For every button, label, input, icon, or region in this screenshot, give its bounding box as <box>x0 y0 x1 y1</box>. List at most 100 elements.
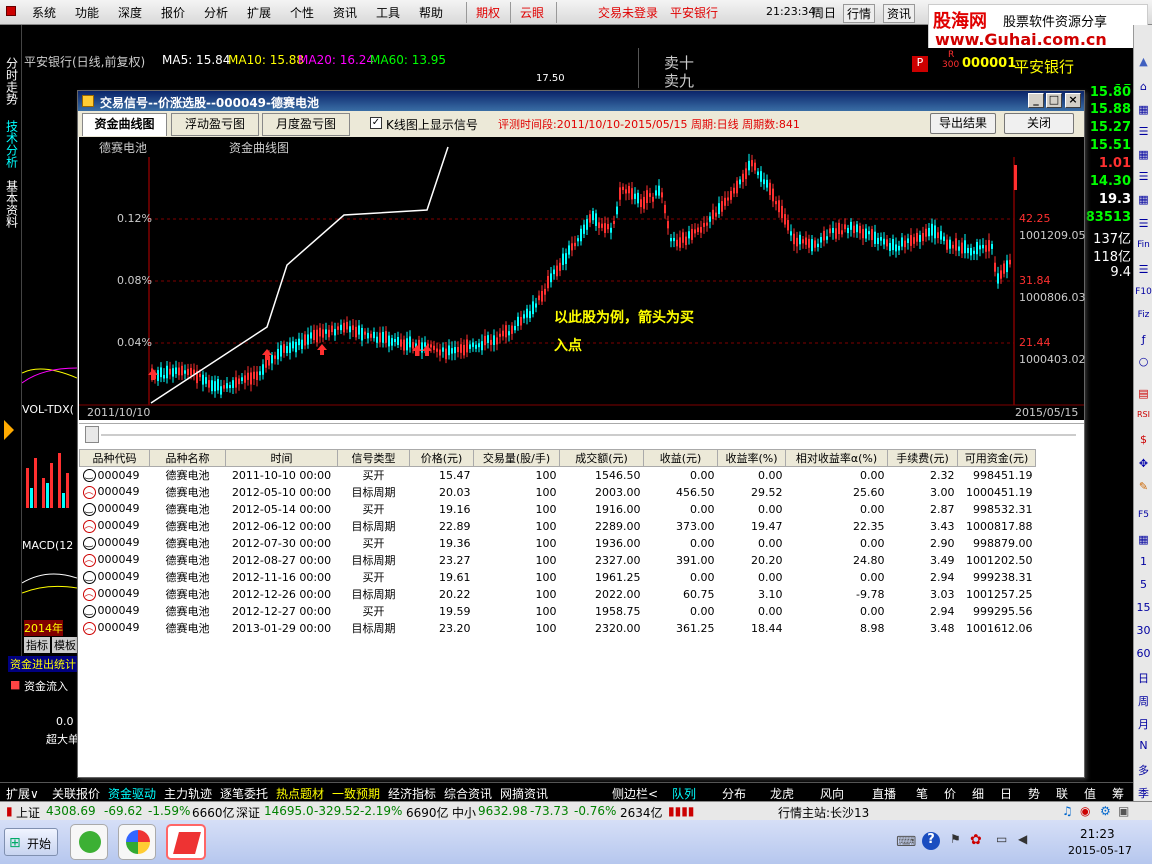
close-window-button[interactable]: × <box>1065 93 1081 108</box>
bottom-tab[interactable]: 综合资讯 <box>444 785 492 802</box>
column-header[interactable]: 交易量(股/手) <box>473 449 560 467</box>
grid-icon[interactable]: ▦ <box>1135 533 1152 546</box>
circle-icon[interactable]: ○ <box>1135 355 1152 368</box>
bottom-tab[interactable]: 侧边栏< <box>612 785 658 802</box>
column-header[interactable]: 收益(元) <box>643 449 718 467</box>
network-icon[interactable]: ⚑ <box>950 832 961 846</box>
taskbar-app-stock[interactable] <box>166 824 206 860</box>
tray-icon[interactable]: ♫ <box>1062 804 1073 818</box>
start-button[interactable]: ⊞ 开始 <box>4 828 58 856</box>
table-row[interactable]: ︵ 000049 德赛电池 2012-06-12 00:00 目标周期 22.89 100 2… <box>80 518 1036 535</box>
money-icon[interactable]: $ <box>1135 433 1152 446</box>
collapse-arrow-icon[interactable] <box>4 420 14 440</box>
sz-label[interactable]: 深证 <box>236 804 260 821</box>
scroll-thumb[interactable] <box>85 426 99 443</box>
tab-intraday[interactable]: 分时走势 <box>2 57 20 108</box>
pen-icon[interactable]: ✎ <box>1135 480 1152 493</box>
table-row[interactable]: ︵ 000049 德赛电池 2012-12-26 00:00 目标周期 20.22 100 2… <box>80 586 1036 603</box>
period-1-button[interactable]: 1 <box>1135 555 1152 568</box>
column-header[interactable]: 收益率(%) <box>717 449 786 467</box>
display-icon[interactable]: ▭ <box>996 832 1007 846</box>
bottom-tab[interactable]: 细 <box>972 785 984 802</box>
tab-monthly-pnl[interactable]: 月度盈亏图 <box>262 113 350 136</box>
table-row[interactable]: ‿ 000049 德赛电池 2011-10-10 00:00 买开 15.47 100 154… <box>80 467 1036 484</box>
bottom-tab[interactable]: 龙虎 <box>770 785 794 802</box>
menu-item-news[interactable]: 资讯 <box>333 4 357 21</box>
bottom-tab[interactable]: 热点题材 <box>276 785 324 802</box>
bottom-tab[interactable]: 值 <box>1084 785 1096 802</box>
menu-item-extend[interactable]: 扩展 <box>247 4 271 21</box>
bottom-tab[interactable]: 价 <box>944 785 956 802</box>
menu-item-system[interactable]: 系统 <box>32 4 56 21</box>
table-row[interactable]: ︵ 000049 德赛电池 2013-01-29 00:00 目标周期 23.20 100 2… <box>80 620 1036 637</box>
bottom-tab[interactable]: 风向 <box>820 785 844 802</box>
table-row[interactable]: ︵ 000049 德赛电池 2012-05-10 00:00 目标周期 20.03 100 2… <box>80 484 1036 501</box>
bottom-tab[interactable]: 日 <box>1000 785 1012 802</box>
fin-icon[interactable]: Fin <box>1135 240 1152 250</box>
tab-fund-curve[interactable]: 资金曲线图 <box>82 113 167 136</box>
quote-button[interactable]: 行情 <box>843 4 876 23</box>
taskbar-clock-time[interactable]: 21:23 <box>1080 827 1115 841</box>
menu-item-help[interactable]: 帮助 <box>419 4 443 21</box>
table-row[interactable]: ‿ 000049 德赛电池 2012-05-14 00:00 买开 19.16 100 191… <box>80 501 1036 518</box>
list-icon[interactable]: ☰ <box>1135 263 1152 276</box>
f10-icon[interactable]: F10 <box>1135 287 1152 297</box>
dialog-titlebar[interactable]: 交易信号--价涨选股--000049-德赛电池 _ □ × <box>78 91 1084 111</box>
speaker-icon[interactable]: ◀ <box>1018 832 1027 846</box>
bottom-tab[interactable]: 筹 <box>1112 785 1124 802</box>
column-header[interactable]: 品种代码 <box>79 449 150 467</box>
taskbar-app-browser[interactable] <box>118 824 156 860</box>
horizontal-scrollbar[interactable] <box>79 423 1084 445</box>
period-5-button[interactable]: 5 <box>1135 578 1152 591</box>
period-30-button[interactable]: 30 <box>1135 624 1152 637</box>
period-quarter-button[interactable]: 季 <box>1135 785 1152 801</box>
column-header[interactable]: 可用资金(元) <box>957 449 1036 467</box>
column-header[interactable]: 成交额(元) <box>559 449 644 467</box>
period-month-button[interactable]: 月 <box>1135 716 1152 732</box>
bottom-tab[interactable]: 关联报价 <box>52 785 100 802</box>
move-icon[interactable]: ✥ <box>1135 457 1152 470</box>
chart-icon[interactable]: ▤ <box>1135 387 1152 400</box>
bottom-tab[interactable]: 分布 <box>722 785 746 802</box>
minimize-button[interactable]: _ <box>1028 93 1044 108</box>
bottom-tab[interactable]: 直播 <box>872 785 896 802</box>
menu-item-cloud-eye[interactable]: 云眼 <box>520 4 544 21</box>
fiz-icon[interactable]: Fiz <box>1135 310 1152 320</box>
tray-icon[interactable]: ⚙ <box>1100 804 1111 818</box>
taskbar-clock-date[interactable]: 2015-05-17 <box>1068 844 1132 857</box>
bottom-tab[interactable]: 网摘资讯 <box>500 785 548 802</box>
bottom-tab[interactable]: 笔 <box>916 785 928 802</box>
zx-label[interactable]: 中小 <box>452 804 476 821</box>
column-header[interactable]: 信号类型 <box>337 449 410 467</box>
table-row[interactable]: ‿ 000049 德赛电池 2012-11-16 00:00 买开 19.61 100 196… <box>80 569 1036 586</box>
home-icon[interactable]: ⌂ <box>1135 80 1152 93</box>
period-day-button[interactable]: 日 <box>1135 670 1152 686</box>
table-row[interactable]: ‿ 000049 德赛电池 2012-12-27 00:00 买开 19.59 100 195… <box>80 603 1036 620</box>
keyboard-icon[interactable]: ⌨ <box>896 834 916 850</box>
template-tab[interactable]: 模板 <box>52 637 78 653</box>
bottom-tab[interactable]: 主力轨迹 <box>164 785 212 802</box>
grid-icon[interactable]: ▦ <box>1135 193 1152 206</box>
menu-item-tools[interactable]: 工具 <box>376 4 400 21</box>
table-row[interactable]: ‿ 000049 德赛电池 2012-07-30 00:00 买开 19.36 100 193… <box>80 535 1036 552</box>
bottom-tab[interactable]: 资金驱动 <box>108 785 156 802</box>
list-icon[interactable]: ☰ <box>1135 125 1152 138</box>
taskbar-app-wechat[interactable] <box>70 824 108 860</box>
menu-item-options[interactable]: 期权 <box>476 4 500 21</box>
bottom-tab[interactable]: 势 <box>1028 785 1040 802</box>
period-15-button[interactable]: 15 <box>1135 601 1152 614</box>
menu-item-analysis[interactable]: 分析 <box>204 4 228 21</box>
bottom-tab[interactable]: 逐笔委托 <box>220 785 268 802</box>
sh-label[interactable]: 上证 <box>16 804 40 821</box>
maximize-button[interactable]: □ <box>1046 93 1062 108</box>
fx-icon[interactable]: ƒ <box>1135 333 1152 346</box>
server-label[interactable]: 行情主站:长沙13 <box>778 804 869 821</box>
grid-icon[interactable]: ▦ <box>1135 148 1152 161</box>
bottom-tab[interactable]: 经济指标 <box>388 785 436 802</box>
help-icon[interactable]: ? <box>922 832 940 850</box>
bottom-tab[interactable]: 队列 <box>672 785 696 802</box>
bottom-tab[interactable]: 联 <box>1056 785 1068 802</box>
column-header[interactable]: 相对收益率α(%) <box>785 449 888 467</box>
login-status[interactable]: 交易未登录 <box>598 4 658 21</box>
list-icon[interactable]: ☰ <box>1135 217 1152 230</box>
